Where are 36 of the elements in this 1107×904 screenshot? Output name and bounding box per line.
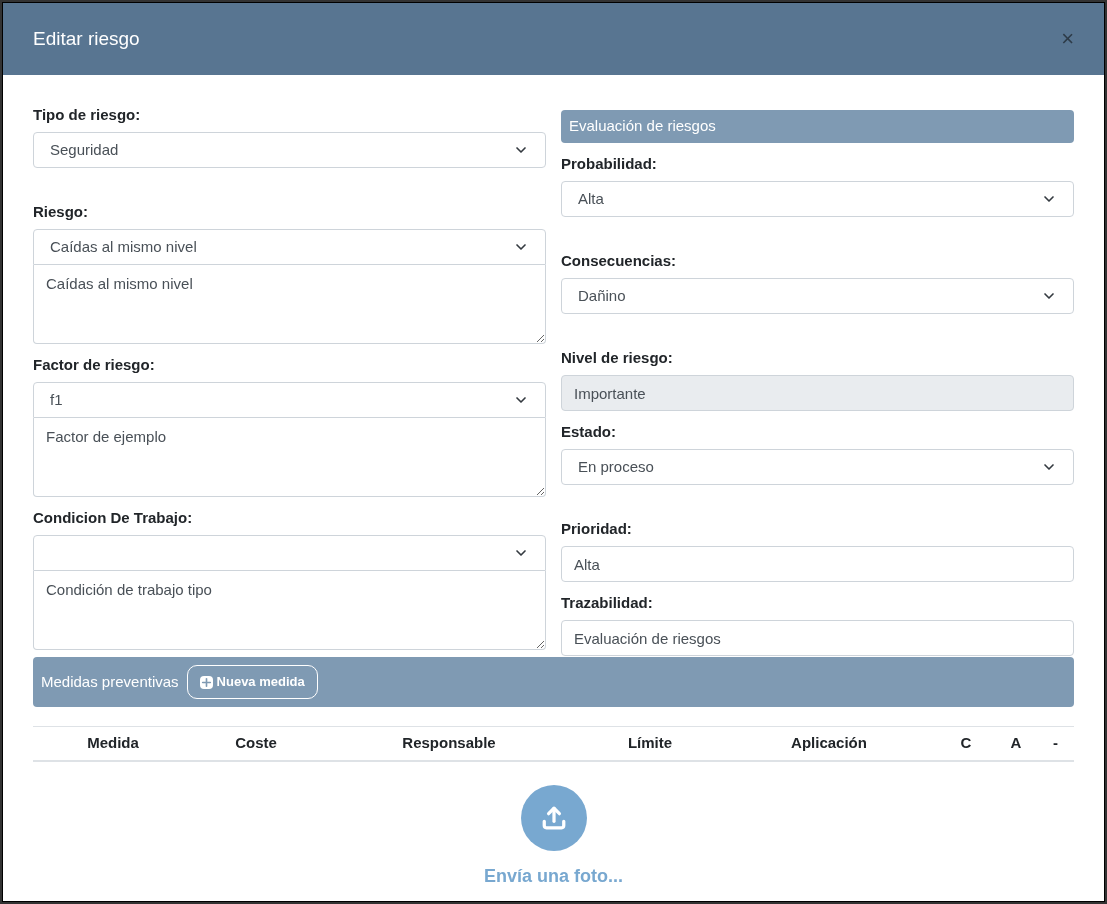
select-field[interactable] (33, 535, 546, 571)
select-field[interactable]: Dañino (561, 278, 1074, 314)
text-area[interactable]: Caídas al mismo nivel (33, 265, 546, 344)
text-area[interactable]: Condición de trabajo tipo (33, 571, 546, 650)
field-label: Probabilidad: (561, 155, 658, 173)
field-label: Condicion De Trabajo: (33, 509, 194, 527)
column-header: C (959, 733, 973, 754)
readonly-field[interactable]: Importante (561, 375, 1074, 411)
field-label: Riesgo: (33, 203, 89, 221)
section-title: Medidas preventivas (41, 671, 179, 692)
select-field[interactable]: En proceso (561, 449, 1074, 485)
section-header: Evaluación de riesgos (561, 110, 1074, 143)
select-field[interactable]: Caídas al mismo nivel (33, 229, 546, 265)
modal-title: Editar riesgo (33, 26, 140, 51)
column-header: - (1052, 733, 1059, 754)
field-label: Factor de riesgo: (33, 356, 156, 374)
field-label: Trazabilidad: (561, 594, 654, 612)
upload-label: Envía una foto... (484, 865, 623, 888)
field-label: Consecuencias: (561, 252, 678, 270)
select-field[interactable]: Seguridad (33, 132, 546, 168)
field-label: Tipo de riesgo: (33, 106, 142, 124)
input-field[interactable]: Evaluación de riesgos (561, 620, 1074, 656)
upload-icon (540, 805, 567, 831)
column-header: Límite (626, 733, 674, 754)
column-header: A (1009, 733, 1023, 754)
field-label: Prioridad: (561, 520, 633, 538)
text-area[interactable]: Factor de ejemplo (33, 418, 546, 497)
column-header: Coste (234, 733, 278, 754)
column-header: Medida (86, 733, 140, 754)
select-field[interactable]: f1 (33, 382, 546, 418)
input-field[interactable]: Alta (561, 546, 1074, 582)
column-header: Responsable (401, 733, 497, 754)
column-header: Aplicación (790, 733, 868, 754)
field-label: Nivel de riesgo: (561, 349, 674, 367)
field-label: Estado: (561, 423, 617, 441)
select-field[interactable]: Alta (561, 181, 1074, 217)
